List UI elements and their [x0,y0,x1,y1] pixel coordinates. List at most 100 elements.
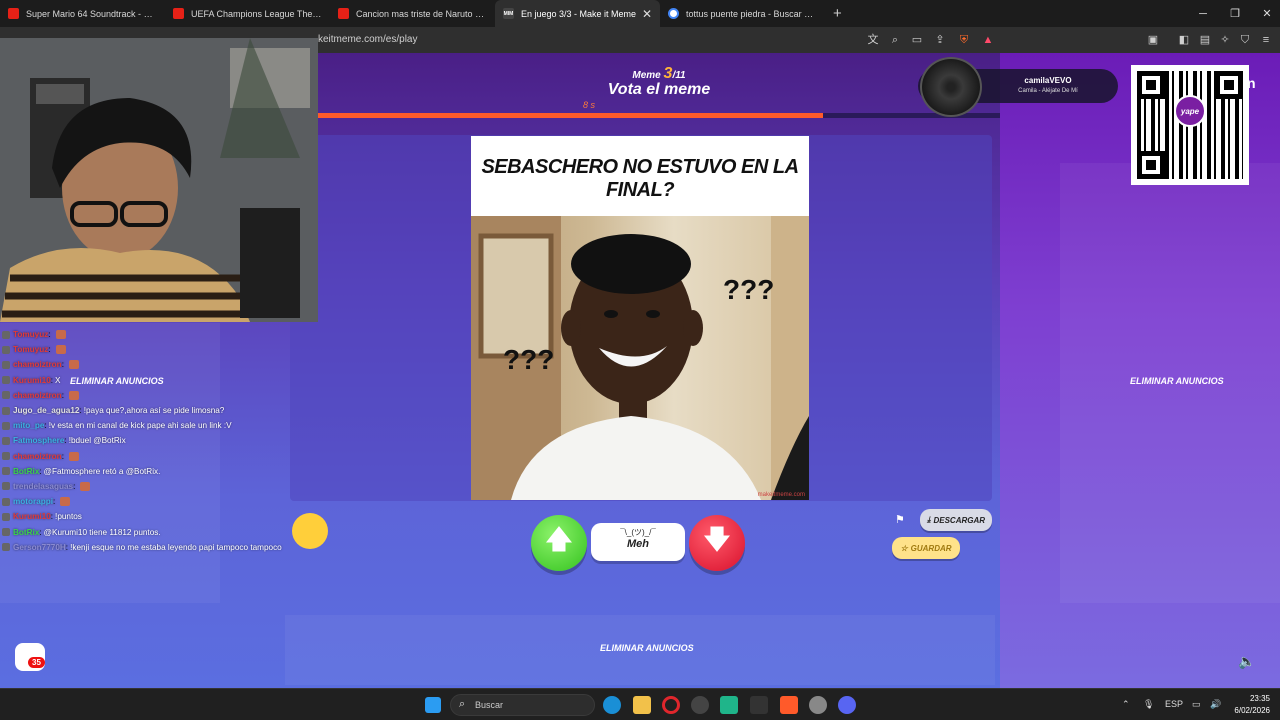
file-explorer-icon[interactable] [633,696,651,714]
report-flag-icon[interactable]: ⚑ [895,513,905,526]
volume-icon[interactable]: 🔊 [1210,699,1221,710]
tray-chevron-icon[interactable]: ⌃ [1122,699,1130,710]
youtube-icon [8,8,19,19]
chat-badge-icon [2,482,10,491]
panel-icon[interactable]: ◧ [1177,33,1191,47]
chat-message: Fatmosphere : !bduel @BotRix [0,433,300,448]
chat-username[interactable]: trendelasaguas [13,482,73,491]
zoom-icon[interactable]: ⌕ [888,33,902,47]
brave-shield-icon[interactable]: ⛨ [957,33,971,47]
vpn-icon[interactable]: ⛉ [1238,33,1252,47]
qr-eye [1137,151,1165,179]
meme-image: SEBASCHERO NO ESTUVO EN LA FINAL? ??? ??… [471,136,809,500]
close-window-icon[interactable]: ✕ [1250,0,1280,27]
chat-username[interactable]: Fatmosphere [13,436,64,445]
leo-ai-icon[interactable]: ✧ [1218,33,1232,47]
browser-tab[interactable]: tottus puente piedra - Buscar con Go [660,0,825,27]
timer-label: 8 s [583,100,596,110]
tab-title: En juego 3/3 - Make it Meme [521,8,637,19]
chat-text: X [55,375,61,385]
chat-message: motorappi : [0,494,300,509]
question-marks-right: ??? [723,274,775,305]
save-button[interactable]: ☆ GUARDAR [892,537,960,559]
chat-message: Gerson7770H : !kenji esque no me estaba l… [0,540,300,555]
maximize-icon[interactable]: ❐ [1218,0,1252,27]
chat-username[interactable]: Kurumi10 [13,512,51,521]
chat-username[interactable]: mito_pe [13,421,44,430]
cast-icon[interactable]: ▭ [910,33,924,47]
youtube-icon [338,8,349,19]
chat-username[interactable]: Jugo_de_agua12 [13,406,79,415]
remove-ads-link-right[interactable]: ELIMINAR ANUNCIOS [1130,376,1224,386]
chat-username[interactable]: BotRix [13,467,39,476]
obs-icon[interactable] [691,696,709,714]
taskbar-search[interactable]: ⌕ Buscar [450,694,595,716]
epic-games-icon[interactable] [750,696,768,714]
chat-emote-icon [68,451,79,461]
meh-button[interactable]: ¯\_(ツ)_/¯ Meh [591,523,685,561]
chat-username[interactable]: Tomuyuz [13,345,48,354]
download-button[interactable]: ⤓ DESCARGAR [920,509,992,531]
chat-text: !kenji esque no me estaba leyendo papi t… [70,542,282,552]
now-playing-user: camilaVEVO [1024,76,1072,85]
browser-tab[interactable]: Super Mario 64 Soundtrack - Staff Ro [0,0,165,27]
chat-emote-icon [55,345,66,355]
chat-message: Tomuyuz : [0,327,300,342]
chat-username[interactable]: chamoiztron [13,452,62,461]
chat-badge-icon [2,406,10,415]
chat-message: BotRix : @Kurumi10 tiene 11812 puntos. [0,524,300,539]
minimize-icon[interactable]: ─ [1186,0,1220,27]
language-indicator[interactable]: ESP [1165,699,1183,709]
upvote-button[interactable]: 🡅 [531,515,587,571]
sidebar-icon[interactable]: ▣ [1146,33,1160,47]
chat-emote-icon [55,330,66,340]
app-icon[interactable] [720,696,738,714]
timer-fill [318,113,823,118]
menu-icon[interactable]: ≡ [1259,33,1273,47]
discord-icon[interactable] [838,696,856,714]
chat-message: Tomuyuz : [0,342,300,357]
chat-message: chamoiztron : [0,388,300,403]
browser-tab[interactable]: UEFA Champions League Theme - Al [165,0,330,27]
brave-rewards-icon[interactable]: ▲ [981,33,995,47]
new-tab-button[interactable]: + [833,5,842,22]
tab-title: Cancion mas triste de Naruto (Sadne [356,8,487,19]
chat-message: chamoiztron : [0,449,300,464]
edge-icon[interactable] [603,696,621,714]
chat-username[interactable]: Gerson7770H [13,543,66,552]
chat-username[interactable]: chamoiztron [13,360,62,369]
tab-title: tottus puente piedra - Buscar con Go [686,8,817,19]
chat-username[interactable]: motorappi [13,497,53,506]
chat-badge-icon [2,360,10,369]
arrow-down-icon: 🡇 [703,524,731,554]
search-placeholder: Buscar [475,700,504,710]
browser-tab[interactable]: Cancion mas triste de Naruto (Sadne [330,0,495,27]
chat-username[interactable]: Kurumi10 [13,376,51,385]
speaker-icon[interactable]: 🔈 [1238,653,1255,670]
network-icon[interactable]: ▭ [1192,699,1201,710]
chat-username[interactable]: Tomuyuz [13,330,48,339]
star-icon: ☆ [900,543,908,553]
overlay-edge-text: n [1247,75,1256,91]
chat-username[interactable]: chamoiztron [13,391,62,400]
opera-icon[interactable] [662,696,680,714]
close-tab-icon[interactable]: ✕ [642,7,652,21]
taskbar-clock[interactable]: 23:35 6/02/2026 [1226,693,1270,717]
microphone-icon[interactable]: 🎙 [1143,699,1154,710]
settings-icon[interactable] [809,696,827,714]
url-field[interactable]: keitmeme.com/es/play [318,34,417,45]
browser-tab-active[interactable]: MIM En juego 3/3 - Make it Meme ✕ [495,0,660,27]
windows-start-icon[interactable] [425,697,441,713]
windows-taskbar: ⌕ Buscar ⌃ 🎙 ESP ▭ 🔊 23:35 6/02/2026 [0,688,1280,720]
share-icon[interactable]: ⇪ [933,33,947,47]
webcam-overlay [0,38,318,322]
translate-icon[interactable]: 文 [866,33,880,47]
chat-text: @Fatmosphere retó a @BotRix. [43,466,161,476]
remove-ads-link-bottom[interactable]: ELIMINAR ANUNCIOS [600,643,694,653]
wallet-icon[interactable]: ▤ [1198,33,1212,47]
chat-username[interactable]: BotRix [13,528,39,537]
chat-emote-icon [60,497,71,507]
tab-title: Super Mario 64 Soundtrack - Staff Ro [26,8,157,19]
brave-icon[interactable] [780,696,798,714]
downvote-button[interactable]: 🡇 [689,515,745,571]
